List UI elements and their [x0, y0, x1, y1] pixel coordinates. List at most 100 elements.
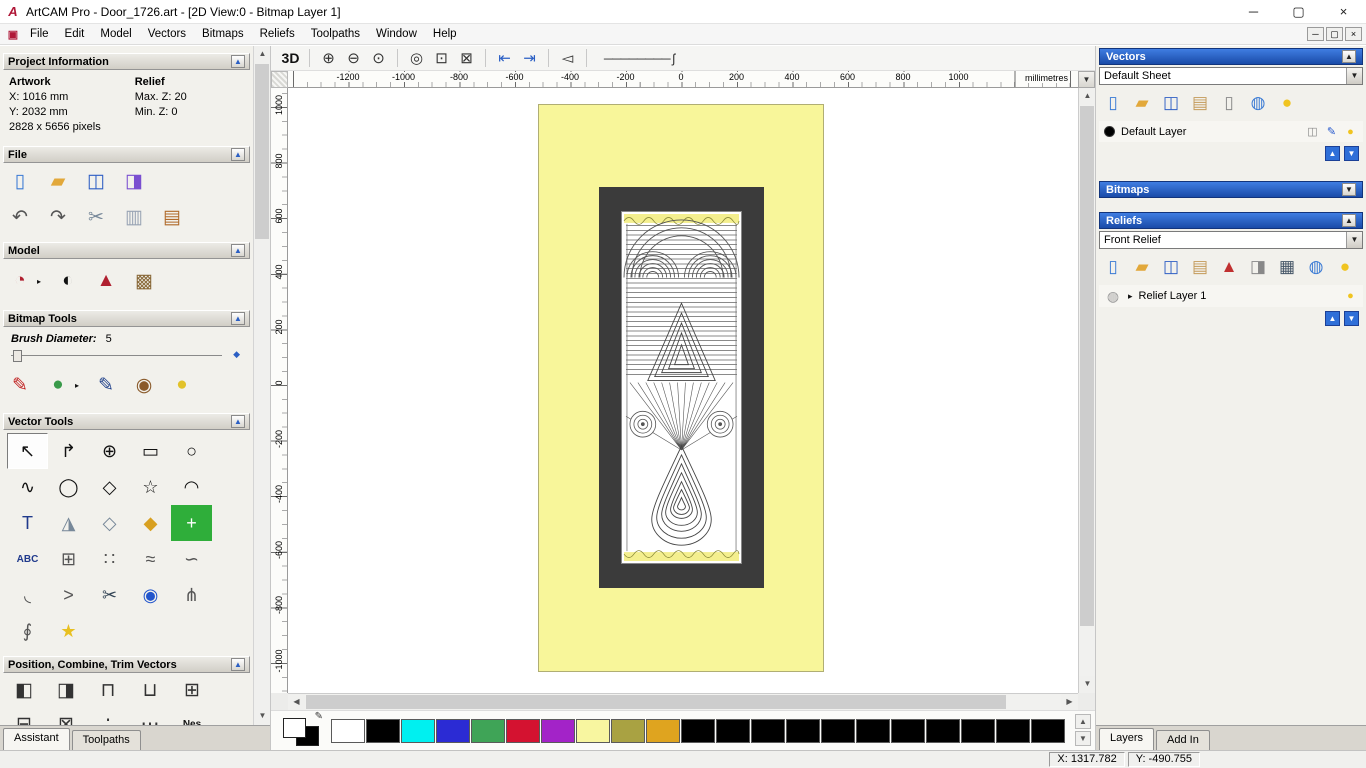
transform-vectors-icon[interactable]: ⊕	[89, 433, 130, 469]
menu-item-window[interactable]: Window	[368, 26, 425, 42]
import-relief-icon[interactable]: ▤	[1189, 256, 1211, 278]
colour-swatch-19[interactable]	[996, 718, 1030, 743]
align-centre-icon[interactable]: ⊟	[11, 711, 37, 726]
redo-icon[interactable]: ↷	[45, 204, 71, 230]
collapse-vectors-button[interactable]: ▲	[1342, 50, 1356, 63]
save-model-icon[interactable]: ◫	[83, 168, 109, 194]
greyscale-model-icon[interactable]: ▩	[131, 268, 157, 294]
colour-swatch-17[interactable]	[926, 718, 960, 743]
delete-layer-icon[interactable]: ◍	[1247, 92, 1269, 114]
zoom-out-icon[interactable]: ⊖	[342, 47, 365, 69]
minimize-button[interactable]: ─	[1231, 0, 1276, 23]
invert-relief-icon[interactable]: ◐	[55, 268, 81, 294]
delete-relief-icon[interactable]: ◍	[1305, 256, 1327, 278]
create-diamond-icon[interactable]: ◇	[89, 505, 130, 541]
freehand-curve-icon[interactable]: ∽	[171, 541, 212, 577]
move-relief-up-button[interactable]: ▲	[1325, 311, 1340, 326]
relief-layer-visibility-icon[interactable]: ●	[1343, 289, 1358, 304]
snap-left-icon[interactable]: ⇤	[493, 47, 516, 69]
collapse-model-button[interactable]: ▲	[231, 244, 245, 257]
vector-sheet-dropdown-button[interactable]: ▼	[1346, 68, 1362, 84]
vector-layer-name[interactable]: Default Layer	[1121, 126, 1299, 138]
save-relief-icon[interactable]: ◫	[1160, 256, 1182, 278]
calculate-relief-icon[interactable]: ▦	[1276, 256, 1298, 278]
layer-colour-dot[interactable]	[1104, 126, 1115, 137]
colour-swatch-3[interactable]	[436, 718, 470, 743]
cut-icon[interactable]: ✂	[83, 204, 109, 230]
collapse-bitmap-tools-button[interactable]: ▲	[231, 312, 245, 325]
collapse-vector-tools-button[interactable]: ▲	[231, 415, 245, 428]
align-right-icon[interactable]: ◨	[53, 677, 79, 703]
colour-swatch-15[interactable]	[856, 718, 890, 743]
collapse-file-button[interactable]: ▲	[231, 148, 245, 161]
palette-scroll-down-button[interactable]: ▼	[1075, 731, 1091, 746]
menu-item-file[interactable]: File	[22, 26, 57, 42]
new-sheet-icon[interactable]: ▯	[1218, 92, 1240, 114]
align-left-icon[interactable]: ◧	[11, 677, 37, 703]
nesting-icon[interactable]: Nes	[179, 711, 205, 726]
create-arc-icon[interactable]: ◠	[171, 469, 212, 505]
relief-selector-dropdown[interactable]: Front Relief ▼	[1099, 231, 1363, 249]
colour-swatch-11[interactable]	[716, 718, 750, 743]
node-editing-icon[interactable]: ↱	[48, 433, 89, 469]
zoom-full-view-icon[interactable]: ◅	[556, 47, 579, 69]
colour-swatch-1[interactable]	[366, 718, 400, 743]
tab-add-in[interactable]: Add In	[1156, 730, 1210, 750]
open-vectors-icon[interactable]: ▰	[1131, 92, 1153, 114]
canvas-scroll-left-button[interactable]: ◀	[288, 694, 305, 711]
text-block-icon[interactable]: ABC	[7, 541, 48, 577]
menu-item-bitmaps[interactable]: Bitmaps	[194, 26, 252, 42]
duplicate-relief-icon[interactable]: ◨	[1247, 256, 1269, 278]
canvas-hscroll-thumb[interactable]	[306, 695, 1006, 709]
snap-right-icon[interactable]: ⇥	[518, 47, 541, 69]
save-vectors-icon[interactable]: ◫	[1160, 92, 1182, 114]
view-3d-button[interactable]: 3D	[279, 47, 302, 69]
colour-swatch-16[interactable]	[891, 718, 925, 743]
fit-arcs-icon[interactable]: ≈	[130, 541, 171, 577]
combine-vectors-icon[interactable]: ⊠	[53, 711, 79, 726]
create-circle-icon[interactable]: ○	[171, 433, 212, 469]
relief-layer-row[interactable]: ◍ ▸ Relief Layer 1 ●	[1099, 285, 1363, 307]
offset-vectors-icon[interactable]: ◆	[130, 505, 171, 541]
mdi-minimize-button[interactable]: ─	[1307, 27, 1324, 41]
brush-diameter-slider[interactable]: ◆	[9, 348, 240, 364]
align-bottom-icon[interactable]: ⊔	[137, 677, 163, 703]
primary-colour-swatch[interactable]	[283, 717, 306, 738]
relief-wizard-icon[interactable]: ▲	[1218, 256, 1240, 278]
maximize-button[interactable]: ▢	[1276, 0, 1321, 23]
mdi-restore-button[interactable]: ▢	[1326, 27, 1343, 41]
canvas-scroll-up-button[interactable]: ▲	[1079, 88, 1096, 105]
colour-picker-icon[interactable]: ◉	[131, 372, 157, 398]
ruler-unit-dropdown-button[interactable]: ▼	[1078, 71, 1095, 88]
collapse-project-info-button[interactable]: ▲	[231, 55, 245, 68]
line-width-preview[interactable]: ──────── ʃ	[594, 47, 684, 69]
vector-grid-icon[interactable]: ⊞	[48, 541, 89, 577]
relief-layer-name[interactable]: Relief Layer 1	[1139, 290, 1337, 302]
wrap-text-icon[interactable]: ◮	[48, 505, 89, 541]
vector-sheet-dropdown[interactable]: Default Sheet ▼	[1099, 67, 1363, 85]
collapse-position-button[interactable]: ▲	[231, 658, 245, 671]
vector-layer-row[interactable]: Default Layer ◫ ✎ ●	[1099, 121, 1363, 142]
menu-item-reliefs[interactable]: Reliefs	[252, 26, 303, 42]
layer-snap-icon[interactable]: ◫	[1305, 124, 1320, 139]
wrap-curve-icon[interactable]: ∮	[7, 613, 48, 649]
edit-layer-colour-icon[interactable]: ✎	[1324, 124, 1339, 139]
primary-secondary-colour-widget[interactable]: ✎	[283, 711, 323, 746]
mdi-close-button[interactable]: ×	[1345, 27, 1362, 41]
scroll-down-button[interactable]: ▼	[254, 708, 270, 725]
canvas-vscroll-thumb[interactable]	[1080, 106, 1094, 626]
canvas-horizontal-scrollbar[interactable]: ◀ ▶	[288, 693, 1078, 711]
slider-track[interactable]	[11, 355, 222, 356]
export-model-icon[interactable]: ◨	[121, 168, 147, 194]
paste-icon[interactable]: ▤	[159, 204, 185, 230]
zoom-window-icon[interactable]: ⊡	[430, 47, 453, 69]
set-model-size-icon[interactable]: ◔	[7, 268, 33, 294]
move-layer-up-button[interactable]: ▲	[1325, 146, 1340, 161]
bridge-vectors-icon[interactable]: >	[48, 577, 89, 613]
flood-fill-icon[interactable]: ●	[169, 372, 195, 398]
spin-vectors-icon[interactable]: ◉	[130, 577, 171, 613]
flyout-arrow[interactable]: ▸	[73, 372, 81, 398]
colour-swatch-10[interactable]	[681, 718, 715, 743]
trim-vectors-icon[interactable]: ✂	[89, 577, 130, 613]
create-polygon-icon[interactable]: ◇	[89, 469, 130, 505]
